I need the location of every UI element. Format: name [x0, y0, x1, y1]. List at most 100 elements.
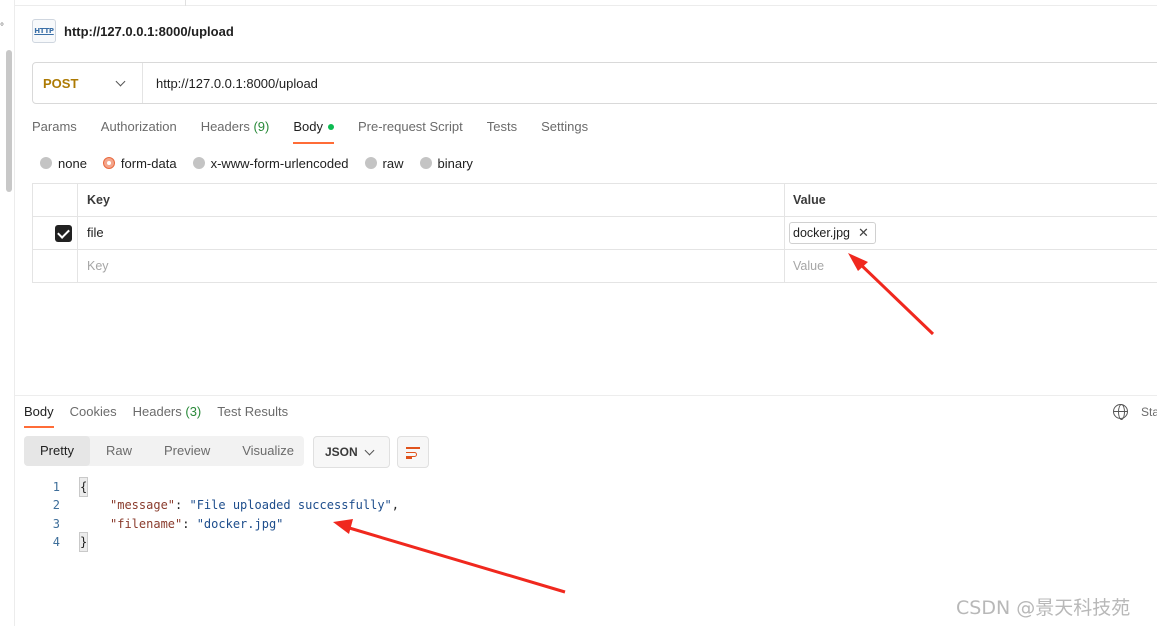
collapsed-menu-icon[interactable]: ° [0, 22, 4, 33]
tab-headers[interactable]: Headers (9) [201, 116, 270, 144]
status-label: Sta [1141, 405, 1157, 419]
http-icon-text: HTTP [34, 27, 54, 35]
radio-label: x-www-form-urlencoded [210, 155, 349, 171]
view-preview[interactable]: Preview [148, 436, 226, 466]
row-value-cell[interactable]: docker.jpg ✕ [785, 217, 1157, 250]
json-colon: : [182, 516, 197, 531]
radio-binary[interactable]: binary [419, 156, 473, 171]
tab-strip [15, 0, 1157, 6]
json-comma: , [391, 498, 400, 513]
tab-authorization[interactable]: Authorization [101, 116, 177, 144]
url-bar: POST http://127.0.0.1:8000/upload [32, 62, 1157, 104]
file-chip: docker.jpg ✕ [789, 222, 876, 244]
open-brace: { [78, 476, 89, 498]
response-divider[interactable] [15, 395, 1157, 396]
radio-label: form-data [120, 155, 177, 171]
new-key-input[interactable]: Key [78, 250, 785, 283]
tab-label: Headers [200, 119, 250, 134]
body-type-radios: none form-data x-www-form-urlencoded raw… [40, 154, 489, 172]
table-row-new: Key Value [33, 250, 1157, 283]
radio-form-data[interactable]: form-data [102, 155, 177, 171]
line-number: 2 [52, 498, 60, 513]
left-sidebar-rail: ° [0, 0, 15, 626]
wrap-lines-button[interactable] [397, 436, 429, 468]
radio-checked-icon [102, 157, 115, 169]
new-value-input[interactable]: Value [785, 250, 1157, 283]
http-icon: HTTP [32, 19, 56, 43]
line-number: 3 [52, 516, 60, 531]
radio-raw[interactable]: raw [364, 155, 404, 171]
row-check-cell [33, 217, 78, 250]
view-visualize[interactable]: Visualize [226, 436, 310, 466]
resp-tab-headers[interactable]: Headers (3) [133, 403, 202, 428]
tab-body[interactable]: Body [293, 116, 334, 144]
headers-count: (9) [253, 119, 270, 134]
row-check-cell [33, 250, 78, 283]
tab-pre-request-script[interactable]: Pre-request Script [358, 116, 463, 144]
radio-icon [40, 157, 52, 169]
json-key: "filename" [110, 516, 183, 531]
chevron-down-icon [115, 76, 126, 86]
line-number: 4 [52, 534, 60, 549]
wrap-icon [406, 447, 420, 449]
globe-icon[interactable] [1113, 404, 1128, 420]
chevron-down-icon [364, 445, 375, 455]
header-check-cell [33, 184, 78, 217]
radio-none[interactable]: none [40, 156, 87, 171]
radio-icon [192, 157, 205, 169]
tab-tests[interactable]: Tests [487, 116, 517, 144]
form-data-table: Key Value file docker.jpg ✕ Key Value [32, 183, 1157, 283]
json-string: "docker.jpg" [196, 516, 284, 531]
tab-label: Params [32, 119, 77, 134]
radio-label: none [58, 155, 87, 171]
row-key-cell[interactable]: file [78, 217, 785, 250]
arrow-head-icon [333, 519, 353, 534]
format-label: JSON [325, 445, 358, 459]
annotation-arrow-response [345, 525, 566, 594]
url-input[interactable]: http://127.0.0.1:8000/upload [143, 76, 318, 91]
tab-label: Cookies [69, 404, 117, 419]
radio-icon [364, 157, 377, 169]
format-select[interactable]: JSON [313, 436, 390, 468]
tab-label: Pre-request Script [357, 119, 463, 134]
radio-icon [419, 157, 432, 169]
request-title[interactable]: http://127.0.0.1:8000/upload [64, 24, 234, 39]
tab-label: Tests [486, 119, 518, 134]
header-key: Key [78, 184, 785, 217]
file-name: docker.jpg [793, 226, 850, 240]
tab-params[interactable]: Params [32, 116, 77, 144]
tab-label: Body [293, 119, 323, 134]
tab-label: Test Results [217, 404, 289, 419]
green-dot-icon [327, 123, 334, 130]
radio-x-www-form-urlencoded[interactable]: x-www-form-urlencoded [192, 155, 349, 171]
response-tabs: Body Cookies Headers (3) Test Results [24, 403, 304, 429]
view-raw[interactable]: Raw [90, 436, 148, 466]
headers-count: (3) [185, 404, 202, 419]
table-row: file docker.jpg ✕ [33, 217, 1157, 250]
tab-label: Body [24, 404, 54, 419]
view-mode-segment: Pretty Raw Preview Visualize [24, 436, 304, 466]
sidebar-scrollbar[interactable] [6, 50, 12, 192]
code-content: "filename": "docker.jpg" [110, 515, 283, 533]
json-string: "File uploaded successfully" [189, 498, 392, 513]
row-checkbox[interactable] [55, 225, 72, 242]
method-select[interactable]: POST [33, 63, 143, 103]
radio-label: raw [382, 155, 404, 171]
view-pretty[interactable]: Pretty [24, 436, 90, 466]
json-colon: : [175, 498, 190, 513]
request-header: HTTP http://127.0.0.1:8000/upload [32, 18, 234, 44]
resp-tab-test-results[interactable]: Test Results [217, 403, 288, 428]
table-header-row: Key Value [33, 184, 1157, 217]
tab-label: Authorization [100, 119, 177, 134]
resp-tab-cookies[interactable]: Cookies [70, 403, 117, 428]
tab-label: Headers [132, 404, 182, 419]
resp-tab-body[interactable]: Body [24, 403, 54, 428]
close-icon[interactable]: ✕ [858, 223, 869, 243]
tab-divider [185, 0, 186, 6]
tab-label: Settings [541, 119, 589, 134]
request-tabs: Params Authorization Headers (9) Body Pr… [32, 116, 612, 144]
tab-settings[interactable]: Settings [541, 116, 588, 144]
close-brace: } [78, 531, 89, 553]
json-key: "message" [110, 498, 176, 513]
watermark: CSDN @景天科技苑 [956, 597, 1131, 619]
